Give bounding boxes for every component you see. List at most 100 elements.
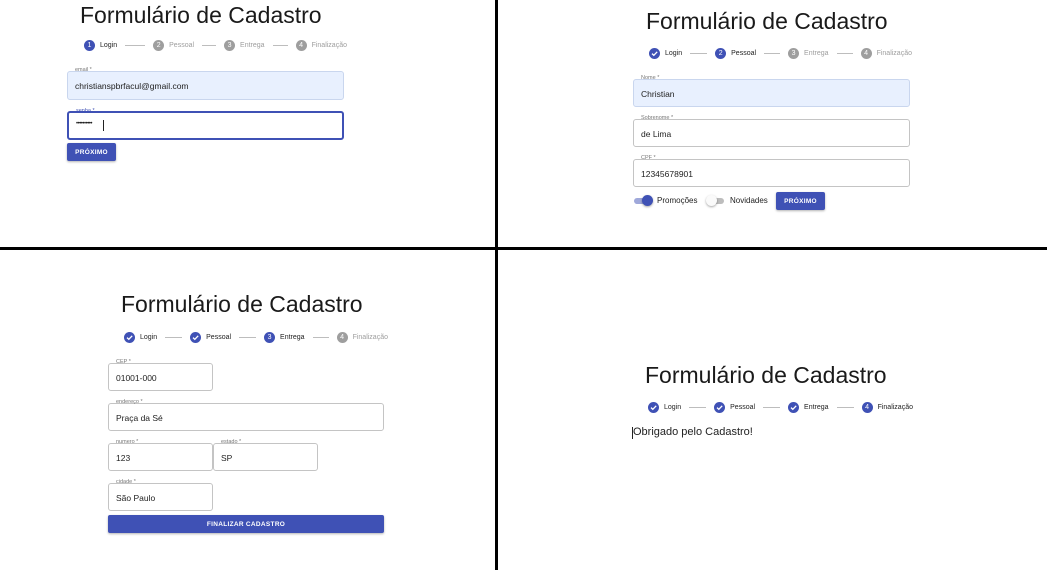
stepper: Login 2 Pessoal 3 Entrega 4 Finalização bbox=[649, 46, 912, 60]
step-finalizacao: 4 Finalização bbox=[861, 401, 913, 413]
email-value: christianspbrfacul@gmail.com bbox=[75, 81, 189, 91]
step-finalizacao: 4 Finalização bbox=[336, 331, 388, 343]
news-label: Novidades bbox=[730, 196, 768, 205]
step-pessoal: 2 Pessoal bbox=[715, 47, 757, 59]
step-login: Login bbox=[124, 331, 158, 343]
email-label: email * bbox=[75, 67, 92, 73]
thank-you-message: Obrigado pelo Cadastro! bbox=[633, 426, 753, 438]
step-connector bbox=[836, 52, 853, 54]
address-field[interactable]: endereço * Praça da Sé bbox=[108, 399, 384, 431]
step-number-icon: 2 bbox=[715, 47, 727, 59]
step-login: Login bbox=[648, 401, 682, 413]
cep-field[interactable]: CEP * 01001-000 bbox=[108, 359, 213, 391]
check-icon bbox=[649, 47, 660, 59]
step-connector bbox=[202, 44, 217, 46]
step-connector bbox=[272, 44, 288, 46]
number-label: numero * bbox=[116, 439, 139, 445]
step-label: Pessoal bbox=[206, 333, 232, 341]
step-label: Login bbox=[664, 403, 682, 411]
step-number-icon: 4 bbox=[295, 39, 307, 51]
city-field[interactable]: cidade * São Paulo bbox=[108, 479, 213, 511]
step-label: Login bbox=[140, 333, 158, 341]
step-number-icon: 3 bbox=[788, 47, 800, 59]
state-label: estado * bbox=[221, 439, 242, 445]
state-field[interactable]: estado * SP bbox=[213, 439, 318, 471]
step-label: Entrega bbox=[240, 41, 265, 49]
step-entrega: 3 Entrega bbox=[264, 331, 305, 343]
page-title: Formulário de Cadastro bbox=[121, 291, 363, 317]
step-number-icon: 2 bbox=[153, 39, 165, 51]
promotions-toggle[interactable]: Promoções bbox=[634, 195, 698, 206]
stepper: 1 Login 2 Pessoal 3 Entrega 4 Finalizaçã… bbox=[84, 38, 347, 52]
step-label: Login bbox=[100, 41, 118, 49]
check-icon bbox=[648, 401, 659, 413]
next-button[interactable]: PRÓXIMO bbox=[776, 192, 825, 210]
panel-login-step: Formulário de Cadastro 1 Login 2 Pessoal… bbox=[0, 0, 495, 247]
step-number-icon: 4 bbox=[860, 47, 872, 59]
step-number-icon: 4 bbox=[861, 401, 873, 413]
number-field[interactable]: numero * 123 bbox=[108, 439, 213, 471]
news-toggle[interactable]: Novidades bbox=[706, 195, 768, 206]
panel-delivery-step: Formulário de Cadastro Login Pessoal 3 E… bbox=[0, 250, 495, 570]
step-label: Finalização bbox=[877, 403, 913, 411]
cep-value: 01001-000 bbox=[116, 373, 157, 383]
toggle-thumb bbox=[642, 195, 653, 206]
step-connector bbox=[125, 44, 146, 46]
email-field[interactable]: email * christianspbrfacul@gmail.com bbox=[67, 67, 344, 100]
city-value: São Paulo bbox=[116, 493, 156, 503]
step-number-icon: 4 bbox=[336, 331, 348, 343]
address-value: Praça da Sé bbox=[116, 413, 163, 423]
panel-personal-step: Formulário de Cadastro Login 2 Pessoal 3… bbox=[498, 0, 1047, 247]
finish-registration-button[interactable]: FINALIZAR CADASTRO bbox=[108, 515, 384, 533]
step-number-icon: 1 bbox=[84, 39, 95, 51]
step-number-icon: 3 bbox=[264, 331, 276, 343]
cpf-field[interactable]: CPF * 12345678901 bbox=[633, 155, 910, 187]
step-label: Pessoal bbox=[731, 49, 757, 57]
page-title: Formulário de Cadastro bbox=[80, 2, 322, 28]
check-icon bbox=[714, 401, 726, 413]
step-finalizacao: 4 Finalização bbox=[295, 39, 347, 51]
password-value: •••••••••• bbox=[76, 121, 93, 127]
page-title: Formulário de Cadastro bbox=[646, 8, 888, 34]
last-name-field[interactable]: Sobrenome * de Lima bbox=[633, 115, 910, 147]
password-field[interactable]: senha * •••••••••• bbox=[67, 108, 344, 140]
cpf-value: 12345678901 bbox=[641, 169, 694, 179]
step-label: Finalização bbox=[352, 333, 388, 341]
number-value: 123 bbox=[116, 453, 131, 463]
step-finalizacao: 4 Finalização bbox=[860, 47, 912, 59]
city-label: cidade * bbox=[116, 479, 136, 485]
step-label: Login bbox=[665, 49, 683, 57]
step-connector bbox=[763, 406, 781, 408]
step-connector bbox=[689, 406, 707, 408]
step-label: Entrega bbox=[804, 49, 829, 57]
step-connector bbox=[239, 336, 257, 338]
first-name-label: Nome * bbox=[641, 75, 660, 81]
step-login: Login bbox=[649, 47, 683, 59]
step-entrega: 3 Entrega bbox=[788, 47, 829, 59]
toggle-track bbox=[634, 195, 653, 206]
step-label: Pessoal bbox=[169, 41, 195, 49]
step-connector bbox=[690, 52, 708, 54]
toggle-track bbox=[706, 195, 724, 206]
last-name-label: Sobrenome * bbox=[641, 115, 674, 121]
step-login: 1 Login bbox=[84, 39, 118, 51]
step-connector bbox=[312, 336, 329, 338]
check-icon bbox=[124, 331, 135, 343]
cpf-label: CPF * bbox=[641, 155, 656, 161]
step-label: Entrega bbox=[280, 333, 305, 341]
step-pessoal: Pessoal bbox=[714, 401, 755, 413]
cep-label: CEP * bbox=[116, 359, 131, 365]
next-button[interactable]: PRÓXIMO bbox=[67, 143, 116, 161]
password-label: senha * bbox=[76, 108, 95, 114]
step-entrega: Entrega bbox=[788, 401, 829, 413]
step-connector bbox=[836, 406, 854, 408]
page-title: Formulário de Cadastro bbox=[645, 362, 887, 388]
promotions-label: Promoções bbox=[657, 196, 698, 205]
first-name-field[interactable]: Nome * Christian bbox=[633, 75, 910, 107]
first-name-value: Christian bbox=[641, 89, 675, 99]
text-caret bbox=[103, 120, 104, 131]
step-entrega: 3 Entrega bbox=[224, 39, 265, 51]
state-value: SP bbox=[221, 453, 233, 463]
stepper: Login Pessoal 3 Entrega 4 Finalização bbox=[124, 330, 388, 344]
panel-finish-step: Formulário de Cadastro Login Pessoal Ent… bbox=[498, 250, 1047, 570]
